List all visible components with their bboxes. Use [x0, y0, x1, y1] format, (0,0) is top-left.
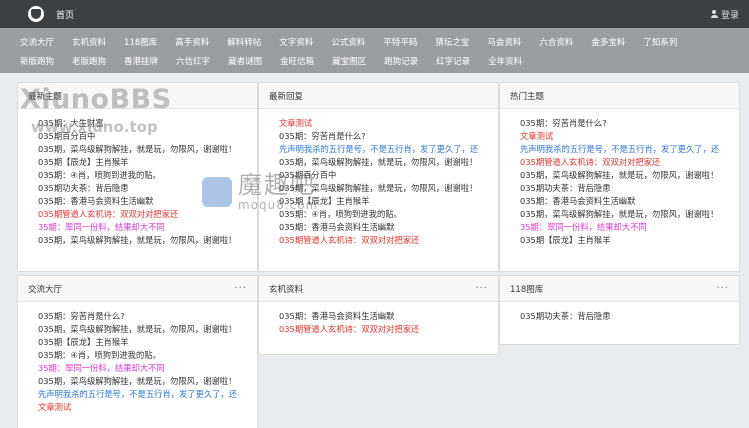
thread-link[interactable]: 035期管道人玄机诗：双双对对把家还 [520, 156, 739, 169]
thread-link[interactable]: 035期，菜鸟级解狗解挂，就是玩，勿限风，谢谢啦！ [279, 156, 498, 169]
watermark-moqu: 魔趣吧 moqu8.com [202, 172, 318, 212]
login-label: 登录 [720, 10, 739, 21]
nav-item[interactable]: 红字记录 [436, 55, 470, 67]
panel-body: 035期：穷苦肖是什么? 035期，菜鸟级解狗解挂，就是玩，勿限风，谢谢啦！ 035… [18, 302, 257, 414]
nav-item[interactable]: 公式资料 [331, 36, 365, 48]
nav-item[interactable]: 金旺信箱 [280, 55, 314, 67]
thread-link[interactable]: 035期：穷苦肖是什么? [520, 117, 739, 130]
panel-title: 118图库 [510, 284, 544, 295]
thread-link[interactable]: 035期功夫茶：背后隐患 [520, 182, 739, 195]
thread-link[interactable]: 035期：香港马会资料生活幽默 [279, 310, 498, 323]
watermark-xiunobbs: XiunoBBS [20, 84, 172, 115]
thread-link[interactable]: 035期：香港马会资料生活幽默 [279, 221, 498, 234]
panel-title: 热门主题 [510, 91, 545, 102]
nav-item[interactable]: 藏宝图区 [332, 55, 366, 67]
panel-body: 035期功夫茶：背后隐患 [500, 302, 739, 323]
nav-item[interactable]: 老版跑狗 [72, 55, 106, 67]
nav-item[interactable]: 金多宝料 [591, 36, 625, 48]
panel-body: 035期：穷苦肖是什么? 文章测试 先声明我杀的五行是号，不是五行肖，发了更久了，还… [500, 109, 739, 247]
watermark-cn: 魔趣吧 [238, 171, 316, 199]
watermark-en: moqu8.com [238, 198, 319, 212]
nav-item[interactable]: 全年资料 [488, 55, 522, 67]
thread-link[interactable]: 035期，菜鸟级解狗解挂，就是玩，勿限风，谢谢啦！ [38, 323, 257, 336]
thread-link[interactable]: 文章测试 [520, 130, 739, 143]
panel-header: 交流大厅 ··· [18, 276, 257, 302]
thread-link[interactable]: 035期，菜鸟级解狗解挂，就是玩，勿限风，谢谢啦！ [38, 234, 257, 247]
thread-link[interactable]: 035期，菜鸟级解狗解挂，就是玩，勿限风，谢谢啦！ [520, 169, 739, 182]
nav-item[interactable]: 六合资料 [539, 36, 573, 48]
nav-item[interactable]: 交流大厅 [20, 36, 54, 48]
watermark-url: www.xiuno.top [31, 118, 158, 136]
thread-link[interactable]: 文章测试 [279, 117, 498, 130]
nav-item[interactable]: 跑狗记录 [384, 55, 418, 67]
nav-item[interactable]: 猜坛之宝 [435, 36, 469, 48]
thread-link[interactable]: 先声明我杀的五行是号，不是五行肖，发了更久了，还 [38, 388, 257, 401]
panel-body: 035期：香港马会资料生活幽默 035期管道人玄机诗：双双对对把家还 [259, 302, 498, 336]
thread-link[interactable]: 35期：翠同一份料，结果却大不同 [520, 221, 739, 234]
thread-link[interactable]: 035期，菜鸟级解狗解挂，就是玩，勿限风，谢谢啦！ [38, 375, 257, 388]
thread-link[interactable]: 035期：香港马会资料生活幽默 [520, 195, 739, 208]
panel-header: 玄机资料 ··· [259, 276, 498, 302]
thread-link[interactable]: 035期：④肖，喷狗到进我的贴。 [38, 349, 257, 362]
panel-118-gallery: 118图库 ··· 035期功夫茶：背后隐患 [499, 275, 740, 345]
thread-link[interactable]: 035期，菜鸟级解狗解挂，就是玩，勿限风，谢谢啦！ [38, 143, 257, 156]
nav-item[interactable]: 了知系列 [643, 36, 677, 48]
panel-xuanji: 玄机资料 ··· 035期：香港马会资料生活幽默 035期管道人玄机诗：双双对对把… [258, 275, 499, 355]
thread-link[interactable]: 先声明我杀的五行是号，不是五行肖，发了更久了，还 [520, 143, 739, 156]
category-nav: 交流大厅 玄机资料 118图库 高手资料 解料转帖 文字资料 公式资料 平特平码 猜坛之宝 马会资… [0, 28, 749, 73]
nav-item[interactable]: 六信红字 [176, 55, 210, 67]
thread-link[interactable]: 35期：翠同一份料，结果却大不同 [38, 221, 257, 234]
thread-link[interactable]: 035期：穷苦肖是什么? [38, 310, 257, 323]
panel-title: 交流大厅 [28, 284, 63, 295]
nav-item[interactable]: 香港挂牌 [124, 55, 158, 67]
thread-link[interactable]: 035期，菜鸟级解狗解挂，就是玩，勿限风，谢谢啦！ [520, 208, 739, 221]
nav-item[interactable]: 平特平码 [383, 36, 417, 48]
nav-item[interactable]: 解料转帖 [227, 36, 261, 48]
nav-item[interactable]: 文字资料 [279, 36, 313, 48]
panel-header: 118图库 ··· [500, 276, 739, 302]
column-middle: 最新回复 文章测试 035期：穷苦肖是什么? 先声明我杀的五行是号，不是五行肖，发了… [258, 82, 499, 355]
moqu-logo-icon [202, 177, 232, 207]
more-icon[interactable]: ··· [716, 283, 729, 294]
top-bar: 首页 登录 [0, 0, 749, 28]
nav-item[interactable]: 高手资料 [175, 36, 209, 48]
thread-link[interactable]: 035期【辰龙】主肖猴羊 [520, 234, 739, 247]
thread-link[interactable]: 035期：穷苦肖是什么? [279, 130, 498, 143]
thread-link[interactable]: 035期管道人玄机诗：双双对对把家还 [279, 323, 498, 336]
panel-title: 最新回复 [269, 91, 304, 102]
site-logo[interactable] [28, 6, 44, 22]
nav-item[interactable]: 藏者谜图 [228, 55, 262, 67]
column-right: 热门主题 035期：穷苦肖是什么? 文章测试 先声明我杀的五行是号，不是五行肖，发了… [499, 82, 740, 345]
thread-link[interactable]: 文章测试 [38, 401, 257, 414]
nav-item[interactable]: 玄机资料 [72, 36, 106, 48]
panel-header: 最新回复 [259, 83, 498, 109]
nav-item[interactable]: 马会资料 [487, 36, 521, 48]
panel-hall: 交流大厅 ··· 035期：穷苦肖是什么? 035期，菜鸟级解狗解挂，就是玩，勿限… [17, 275, 258, 428]
user-icon [710, 10, 718, 18]
thread-link[interactable]: 35期：翠同一份料，结果却大不同 [38, 362, 257, 375]
panel-header: 热门主题 [500, 83, 739, 109]
thread-link[interactable]: 035期管道人玄机诗：双双对对把家还 [279, 234, 498, 247]
thread-link[interactable]: 先声明我杀的五行是号，不是五行肖，发了更久了，还 [279, 143, 498, 156]
more-icon[interactable]: ··· [234, 283, 247, 294]
panel-title: 玄机资料 [269, 284, 304, 295]
nav-row-1: 交流大厅 玄机资料 118图库 高手资料 解料转帖 文字资料 公式资料 平特平码 猜坛之宝 马会资… [20, 32, 749, 51]
thread-link[interactable]: 035期【辰龙】主肖猴羊 [38, 156, 257, 169]
nav-item[interactable]: 新版跑狗 [20, 55, 54, 67]
panel-hot-topics: 热门主题 035期：穷苦肖是什么? 文章测试 先声明我杀的五行是号，不是五行肖，发了… [499, 82, 740, 272]
home-link[interactable]: 首页 [56, 8, 74, 21]
login-link[interactable]: 登录 [710, 8, 739, 21]
nav-item[interactable]: 118图库 [124, 36, 157, 48]
nav-row-2: 新版跑狗 老版跑狗 香港挂牌 六信红字 藏者谜图 金旺信箱 藏宝图区 跑狗记录 红字记录 全年资料 [20, 51, 749, 70]
thread-link[interactable]: 035期功夫茶：背后隐患 [520, 310, 739, 323]
thread-link[interactable]: 035期【辰龙】主肖猴羊 [38, 336, 257, 349]
more-icon[interactable]: ··· [475, 283, 488, 294]
